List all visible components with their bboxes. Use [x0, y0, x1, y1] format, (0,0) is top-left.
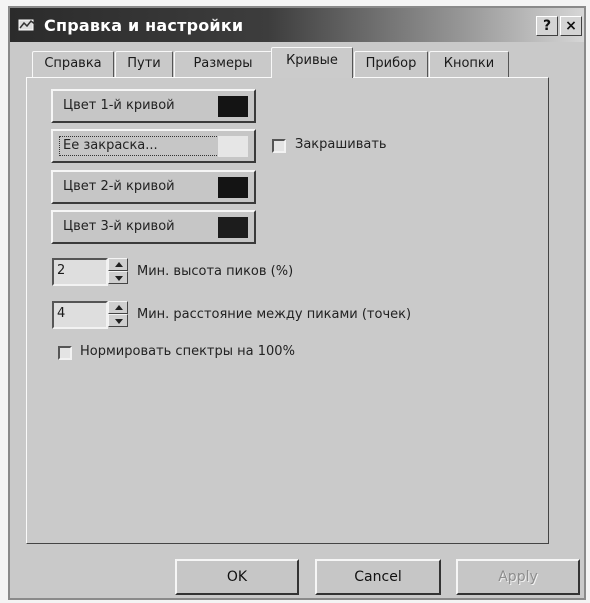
tab-device[interactable]: Прибор	[354, 51, 428, 77]
arrow-down-icon	[115, 276, 123, 281]
fill-checkbox-label[interactable]: Закрашивать	[295, 137, 387, 152]
arrow-up-icon	[115, 305, 123, 310]
curve1-color-button[interactable]: Цвет 1-й кривой	[51, 89, 256, 123]
min-peak-distance-up[interactable]	[108, 301, 128, 314]
app-icon	[18, 18, 38, 32]
curve3-color-label: Цвет 3-й кривой	[63, 219, 175, 234]
min-peak-height-up[interactable]	[108, 258, 128, 271]
curve3-color-swatch	[218, 217, 248, 238]
title-bar[interactable]: Справка и настройки ? ×	[10, 8, 584, 42]
curve2-color-label: Цвет 2-й кривой	[63, 179, 175, 194]
curve1-color-label: Цвет 1-й кривой	[63, 98, 175, 113]
curve3-color-button[interactable]: Цвет 3-й кривой	[51, 210, 256, 244]
fill-color-swatch	[218, 136, 248, 157]
window-title: Справка и настройки	[44, 15, 244, 35]
tab-buttons[interactable]: Кнопки	[429, 51, 509, 77]
min-peak-height-down[interactable]	[108, 271, 128, 284]
fill-color-button[interactable]: Ее закраска...	[51, 129, 256, 163]
min-peak-distance-label: Мин. расстояние между пиками (точек)	[137, 307, 412, 322]
normalize-checkbox-label[interactable]: Нормировать спектры на 100%	[80, 344, 295, 359]
min-peak-height-input[interactable]: 2	[52, 258, 108, 286]
fill-checkbox[interactable]	[272, 139, 286, 153]
tab-help[interactable]: Справка	[32, 51, 114, 77]
fill-color-label: Ее закраска...	[63, 138, 158, 153]
normalize-checkbox[interactable]	[58, 346, 72, 360]
close-button[interactable]: ×	[560, 16, 582, 36]
tab-curves[interactable]: Кривые	[271, 47, 353, 78]
curve1-color-swatch	[218, 96, 248, 117]
curve2-color-button[interactable]: Цвет 2-й кривой	[51, 170, 256, 204]
apply-button[interactable]: Apply	[456, 559, 580, 595]
cancel-button[interactable]: Cancel	[315, 559, 441, 595]
curve2-color-swatch	[218, 177, 248, 198]
ok-button[interactable]: OK	[175, 559, 299, 595]
arrow-up-icon	[115, 262, 123, 267]
help-button[interactable]: ?	[536, 16, 558, 36]
tab-sizes[interactable]: Размеры	[174, 51, 272, 77]
arrow-down-icon	[115, 319, 123, 324]
min-peak-distance-input[interactable]: 4	[52, 301, 108, 329]
min-peak-distance-down[interactable]	[108, 314, 128, 327]
tab-paths[interactable]: Пути	[115, 51, 173, 77]
min-peak-height-label: Мин. высота пиков (%)	[137, 264, 294, 279]
